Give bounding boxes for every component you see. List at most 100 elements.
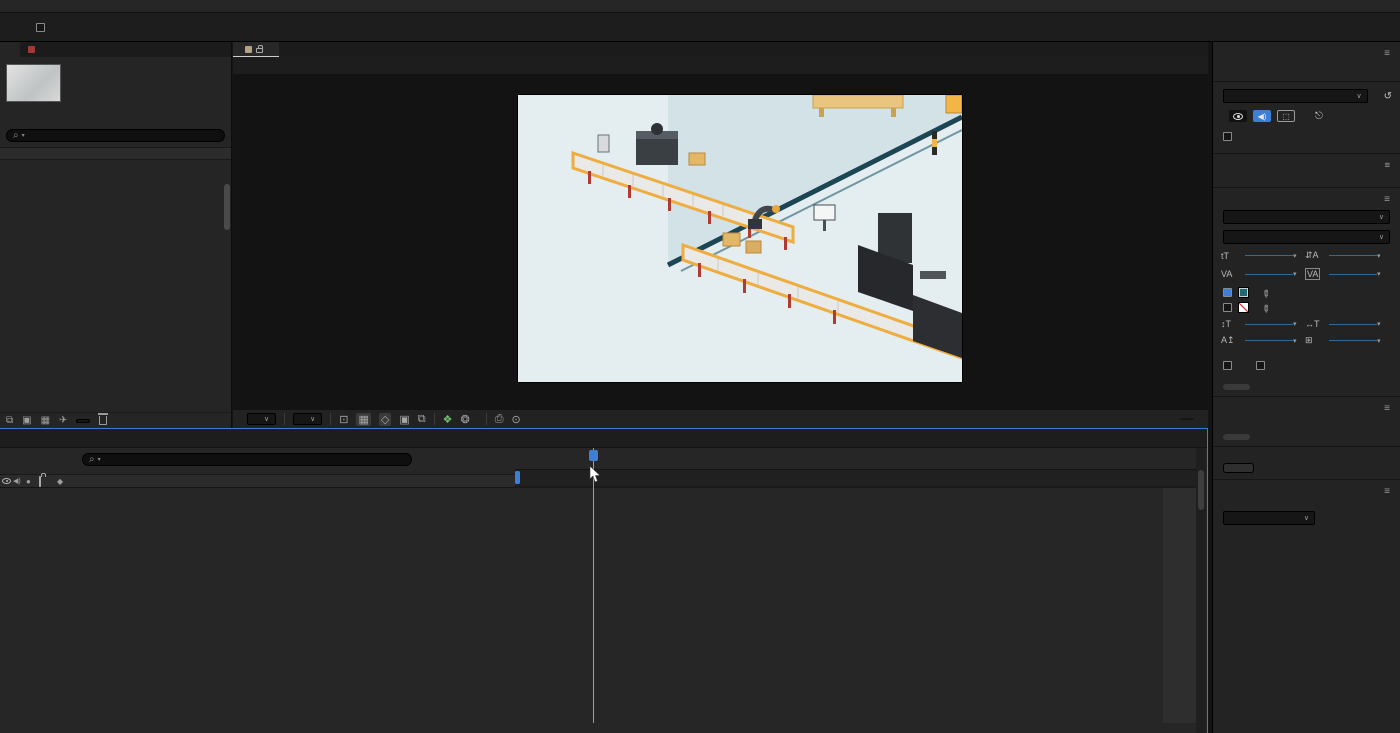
tab-composition[interactable] <box>233 42 279 57</box>
playhead-handle[interactable] <box>589 450 598 461</box>
dropdown-arrow-icon[interactable]: ▾ <box>1377 252 1389 260</box>
plus-button[interactable] <box>1223 434 1250 440</box>
dropdown-arrow-icon[interactable]: ▾ <box>1377 270 1389 278</box>
panel-menu-icon[interactable]: ≡ <box>1384 486 1390 497</box>
shortcut-select[interactable]: ∨ <box>1223 89 1368 103</box>
interpret-footage-icon[interactable]: ⧉ <box>6 415 13 426</box>
show-snapshot-icon[interactable]: ⊙ <box>512 413 521 426</box>
panel-menu-icon[interactable]: ≡ <box>1384 403 1390 414</box>
hindi-digits-toggle[interactable] <box>1256 361 1271 370</box>
transparency-grid-icon[interactable]: ▦ <box>356 413 370 426</box>
align-buttons <box>1213 529 1400 545</box>
font-family-select[interactable]: ∨ <box>1223 210 1390 224</box>
project-settings-icon[interactable]: ✈ <box>59 415 67 426</box>
less-button[interactable] <box>1223 384 1250 390</box>
time-ruler[interactable] <box>515 448 1196 470</box>
font-style-select[interactable]: ∨ <box>1223 230 1390 244</box>
project-panel-tabs <box>0 42 231 57</box>
share-icon[interactable]: ⎋ <box>1315 111 1323 122</box>
composition-canvas[interactable] <box>518 95 962 382</box>
trash-icon[interactable] <box>99 416 107 425</box>
ligatures-toggle[interactable] <box>1223 361 1238 370</box>
stroke-swatch[interactable] <box>1238 302 1249 313</box>
fill-checkbox[interactable] <box>1223 288 1232 297</box>
cache-checkbox[interactable] <box>1223 132 1232 141</box>
comp-color-icon <box>245 46 252 53</box>
project-info <box>0 57 231 107</box>
new-folder-icon[interactable]: ▣ <box>22 415 31 426</box>
align-target-select[interactable]: ∨ <box>1223 511 1315 525</box>
fill-swatch[interactable] <box>1238 287 1249 298</box>
resolution-select[interactable]: ∨ <box>293 413 322 425</box>
guides-icon[interactable]: ▣ <box>399 413 409 426</box>
stroke-checkbox[interactable] <box>1223 303 1232 312</box>
horizontal-scale-icon: ↔T <box>1305 319 1329 329</box>
bpc-button[interactable] <box>76 419 90 423</box>
snap-checkbox[interactable] <box>36 23 45 32</box>
kerning-value[interactable] <box>1245 274 1293 275</box>
panel-menu-icon[interactable]: ≡ <box>1384 48 1390 59</box>
project-columns-header <box>0 147 231 160</box>
leading-value[interactable] <box>1329 255 1377 256</box>
vertical-scale-icon: ↕T <box>1221 319 1245 329</box>
project-footer: ⧉ ▣ ▦ ✈ <box>0 412 231 428</box>
include-overlays-icon[interactable]: ⬚ <box>1277 110 1295 122</box>
lock-icon <box>256 48 263 53</box>
layer-columns-header: ◀) ● ◆ <box>0 474 515 488</box>
font-size-value[interactable] <box>1245 255 1293 256</box>
align-layers-label <box>1213 501 1400 507</box>
menu-bar <box>0 0 1400 13</box>
add-animation-button[interactable] <box>1223 463 1254 473</box>
mask-visibility-icon[interactable]: ◇ <box>379 413 391 426</box>
scrollbar-thumb[interactable] <box>1198 470 1204 510</box>
paragraph-align-buttons <box>1213 418 1400 426</box>
shade-band <box>1163 488 1196 723</box>
vertical-scale-value[interactable] <box>1245 324 1293 325</box>
label-column-icon[interactable]: ◆ <box>57 477 65 486</box>
tracking-icon: VA <box>1305 268 1320 280</box>
eyedropper-icon[interactable]: ✐ <box>1258 301 1272 315</box>
timeline-search-input[interactable]: ⌕▾ <box>82 453 412 466</box>
cache-before-playback[interactable] <box>1213 128 1400 145</box>
tab-projet[interactable] <box>0 42 20 57</box>
work-area-end-handle[interactable] <box>515 471 520 484</box>
timeline-panel: ⌕▾ ◀) ● ◆ <box>0 429 1207 733</box>
factory-illustration <box>518 95 962 382</box>
timeline-graph[interactable]: ▲ ○ ▲ <box>515 448 1196 733</box>
playhead-line <box>593 448 594 723</box>
search-icon: ⌕ <box>89 454 95 465</box>
spacing-value[interactable] <box>1329 340 1377 341</box>
exposure-icon[interactable]: ❂ <box>460 413 469 426</box>
project-scrollbar[interactable] <box>224 184 230 230</box>
audio-column-icon[interactable]: ◀) <box>13 477 26 485</box>
region-of-interest-icon[interactable]: ⊡ <box>339 413 348 426</box>
panel-overflow[interactable] <box>215 42 231 57</box>
baseline-shift-value[interactable] <box>1245 340 1293 341</box>
include-audio-icon[interactable]: ◀) <box>1253 110 1271 122</box>
include-video-icon[interactable] <box>1229 110 1247 122</box>
render-cache-bar <box>515 486 1196 488</box>
dropdown-arrow-icon[interactable]: ▾ <box>1293 252 1305 260</box>
panel-menu-icon[interactable]: ≡ <box>1384 194 1390 205</box>
tab-effets[interactable] <box>20 42 215 57</box>
dropdown-arrow-icon[interactable]: ▾ <box>1293 270 1305 278</box>
transport-controls <box>1213 63 1400 75</box>
project-search-input[interactable]: ⌕▾ <box>6 129 225 142</box>
viewer-timecode[interactable] <box>1180 418 1194 420</box>
work-area-strip <box>515 470 1196 486</box>
new-composition-icon[interactable]: ▦ <box>41 415 50 426</box>
rulers-icon[interactable]: ⧉ <box>418 413 426 426</box>
tracking-value[interactable] <box>1329 274 1377 275</box>
horizontal-scale-value[interactable] <box>1329 324 1377 325</box>
reset-icon[interactable]: ↺ <box>1384 91 1392 102</box>
channels-icon[interactable]: ❖ <box>443 413 453 426</box>
range-label <box>1213 145 1400 147</box>
snapshot-icon[interactable]: ⎙ <box>495 413 504 426</box>
timeline-scrollbar[interactable] <box>1196 448 1206 733</box>
video-column-icon[interactable] <box>0 477 13 486</box>
lock-column-icon[interactable] <box>39 477 52 486</box>
solo-column-icon[interactable]: ● <box>26 477 39 486</box>
snap-toggle[interactable] <box>36 23 50 32</box>
eyedropper-icon[interactable]: ✐ <box>1258 286 1272 300</box>
zoom-select[interactable]: ∨ <box>247 413 276 425</box>
